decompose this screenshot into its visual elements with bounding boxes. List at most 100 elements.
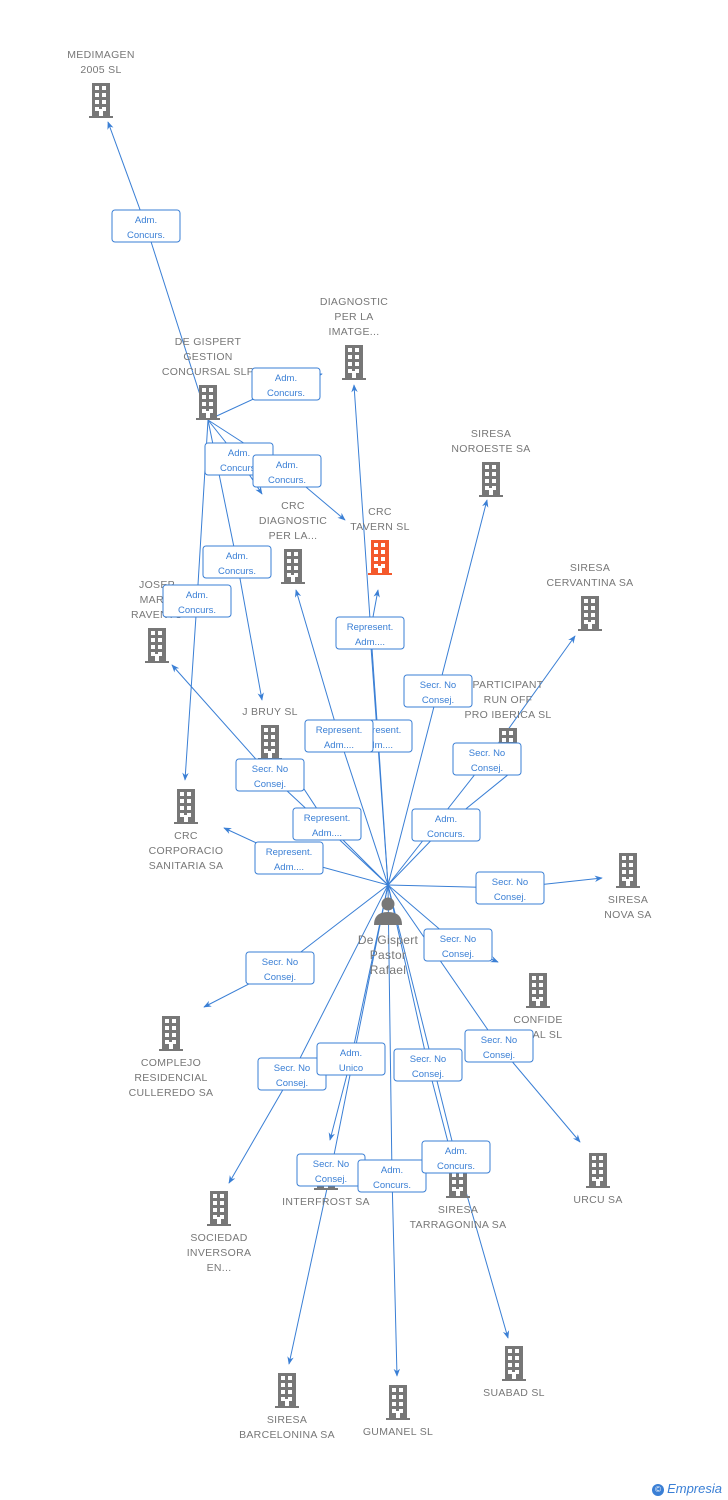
company-node-sociedad[interactable]: SOCIEDAD INVERSORA EN... [187,1191,252,1274]
edge-label-text: Consej. [254,779,286,790]
company-node-nova[interactable]: SIRESA NOVA SA [604,853,651,921]
company-node-diagnostic[interactable]: DIAGNOSTIC PER LA IMATGE... [320,296,388,380]
building-icon[interactable] [196,385,220,420]
building-icon[interactable] [479,462,503,497]
building-icon[interactable] [275,1373,299,1408]
edge-label[interactable]: Secr. No Consej. [235,758,305,792]
company-label: COMPLEJO [141,1057,201,1069]
company-label: GESTION [183,351,232,363]
edge-label-text: Adm. [435,814,457,825]
edge-label[interactable]: Adm. Concurs. [252,454,322,488]
edge-label-text: Adm. [340,1048,362,1059]
company-node-corporacio[interactable]: CRC CORPORACIO SANITARIA SA [149,789,224,872]
edge-label[interactable]: Secr. No Consej. [257,1057,327,1091]
company-label: PER LA... [269,530,318,542]
edge-label-text: Concurs. [178,605,216,616]
edge-label-text: Adm.... [312,828,342,839]
company-node-complejo[interactable]: COMPLEJO RESIDENCIAL CULLEREDO SA [129,1016,214,1099]
edge-label-text: Secr. No [469,748,505,759]
edge-label-text: Secr. No [274,1063,310,1074]
edge-label[interactable]: Secr. No Consej. [403,674,473,708]
building-icon[interactable] [586,1153,610,1188]
edge-label-text: Concurs. [127,230,165,241]
edge-label[interactable]: Secr. No Consej. [245,951,315,985]
edge-label-text: Consej. [494,892,526,903]
company-node-gumanel[interactable]: GUMANEL SL [363,1385,433,1438]
company-node-noroeste[interactable]: SIRESA NOROESTE SA [451,428,530,497]
edge-label[interactable]: Adm. Concurs. [111,209,181,243]
company-node-suabad[interactable]: SUABAD SL [483,1346,545,1399]
building-icon[interactable] [281,549,305,584]
edge-label-text: Adm. [275,373,297,384]
company-label: URCU SA [573,1194,622,1206]
edge-label[interactable]: Secr. No Consej. [452,742,522,776]
edge-label[interactable]: Secr. No Consej. [464,1029,534,1063]
edge-label[interactable]: Adm. Concurs. [202,545,272,579]
company-label: SANITARIA SA [149,860,224,872]
edge-label-text: Concurs. [220,463,258,474]
edge-label[interactable]: Represent. Adm.... [254,841,324,875]
edge-label[interactable]: Adm. Concurs. [411,808,481,842]
edge-label[interactable]: Secr. No Consej. [296,1153,366,1187]
building-icon[interactable] [368,540,392,575]
company-label: 2005 SL [80,64,121,76]
company-node-urcu[interactable]: URCU SA [573,1153,622,1206]
edge-label[interactable]: Represent. Adm.... [335,616,405,650]
edge-label-text: Concurs. [427,829,465,840]
edge-label-text: Consej. [471,763,503,774]
edge-label-text: Concurs. [373,1180,411,1191]
edge-label-text: Consej. [315,1174,347,1185]
building-icon[interactable] [145,628,169,663]
building-icon[interactable] [207,1191,231,1226]
empresia-logo[interactable]: © Empresia [652,1481,722,1496]
company-label: DIAGNOSTIC [320,296,388,308]
company-label: PER LA [334,311,373,323]
company-label: SIRESA [438,1204,478,1216]
building-icon[interactable] [89,83,113,118]
company-label: SUABAD SL [483,1387,545,1399]
edge-label-text: Adm. [135,215,157,226]
company-node-medimagen[interactable]: MEDIMAGEN 2005 SL [67,49,134,118]
company-node-gestion[interactable]: DE GISPERT GESTION CONCURSAL SLP [162,336,254,420]
company-label: SOCIEDAD [190,1232,247,1244]
edge-label-text: Adm. [445,1146,467,1157]
building-icon[interactable] [502,1346,526,1381]
company-node-jbruy[interactable]: J BRUY SL [242,706,298,760]
person-label: De Gispert [358,933,419,947]
company-label: CULLEREDO SA [129,1087,214,1099]
building-icon[interactable] [386,1385,410,1420]
company-node-barcelonina[interactable]: SIRESA BARCELONINA SA [239,1373,335,1441]
building-icon[interactable] [159,1016,183,1051]
edge-person-sociedad [228,884,389,1184]
edge-label[interactable]: Adm. Concurs. [357,1159,427,1193]
edge-label[interactable]: Adm. Concurs. [162,584,232,618]
company-label: CRC [281,500,305,512]
edge-label[interactable]: Secr. No Consej. [423,928,493,962]
edge-label-text: Consej. [276,1078,308,1089]
company-label: BARCELONINA SA [239,1429,335,1441]
building-icon[interactable] [258,725,282,760]
edge-label-text: Secr. No [440,934,476,945]
edge-label-text: Secr. No [481,1035,517,1046]
company-label: TAVERN SL [350,521,410,533]
building-icon[interactable] [578,596,602,631]
building-icon[interactable] [526,973,550,1008]
edge-label-text: Adm. [186,590,208,601]
edge-label-text: Secr. No [492,877,528,888]
company-label: SIRESA [471,428,511,440]
edge-label[interactable]: Adm. Concurs. [421,1140,491,1174]
building-icon[interactable] [342,345,366,380]
edge-label[interactable]: Represent. Adm.... [292,807,362,841]
edge-label[interactable]: Secr. No Consej. [475,871,545,905]
company-label: DE GISPERT [175,336,242,348]
company-label: CRC [174,830,198,842]
edge-label[interactable]: Adm. Concurs. [251,367,321,401]
edge-label[interactable]: Adm. Unico [316,1042,386,1076]
company-node-tavern[interactable]: CRC TAVERN SL [350,506,410,575]
person-node[interactable]: De GispertPastorRafael [358,897,419,978]
building-icon[interactable] [174,789,198,824]
company-node-cervantina[interactable]: SIRESA CERVANTINA SA [547,562,634,631]
edge-label[interactable]: Secr. No Consej. [393,1048,463,1082]
building-icon[interactable] [616,853,640,888]
edge-label[interactable]: Represent. Adm.... [304,719,374,753]
